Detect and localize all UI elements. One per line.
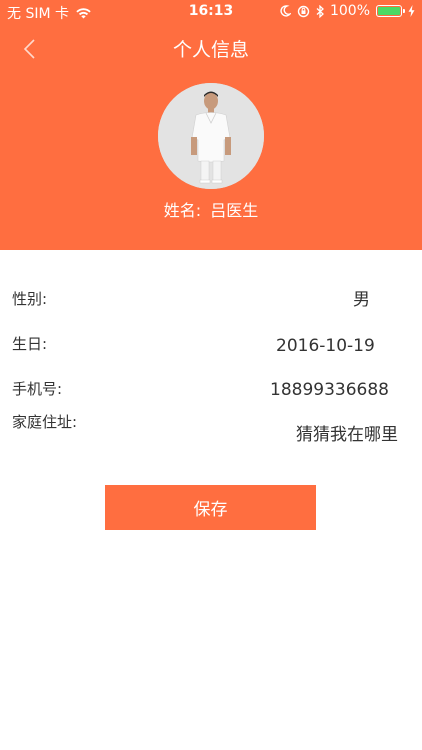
- battery-icon: [376, 5, 405, 17]
- name-value: 吕医生: [210, 201, 259, 220]
- status-bar: 无 SIM 卡 16:13 100%: [0, 0, 422, 24]
- name-label: 姓名:: [163, 201, 202, 220]
- moon-icon: [280, 5, 291, 17]
- profile-header: 无 SIM 卡 16:13 100% 个人信息 姓名: 吕医生: [0, 0, 422, 250]
- charging-bolt-icon: [408, 5, 415, 17]
- phone-value[interactable]: 18899336688: [270, 379, 389, 401]
- status-right: 100%: [280, 3, 415, 19]
- bluetooth-icon: [316, 4, 324, 18]
- avatar[interactable]: [158, 83, 264, 189]
- birthday-label: 生日:: [12, 335, 48, 353]
- save-button[interactable]: 保存: [105, 485, 316, 530]
- name-row: 姓名: 吕医生: [0, 199, 422, 223]
- rotation-lock-icon: [297, 5, 310, 18]
- doctor-avatar-icon: [158, 83, 264, 189]
- phone-label: 手机号:: [12, 380, 63, 398]
- birthday-value[interactable]: 2016-10-19: [276, 335, 375, 357]
- gender-label: 性别:: [12, 290, 48, 308]
- personal-info-screen: 无 SIM 卡 16:13 100% 个人信息 姓名: 吕医生 性别: 男 生日…: [0, 0, 422, 750]
- battery-percent: 100%: [329, 3, 370, 19]
- gender-value[interactable]: 男: [353, 289, 370, 311]
- address-label: 家庭住址:: [12, 413, 78, 431]
- address-value[interactable]: 猜猜我在哪里: [296, 424, 398, 446]
- page-title: 个人信息: [172, 39, 249, 61]
